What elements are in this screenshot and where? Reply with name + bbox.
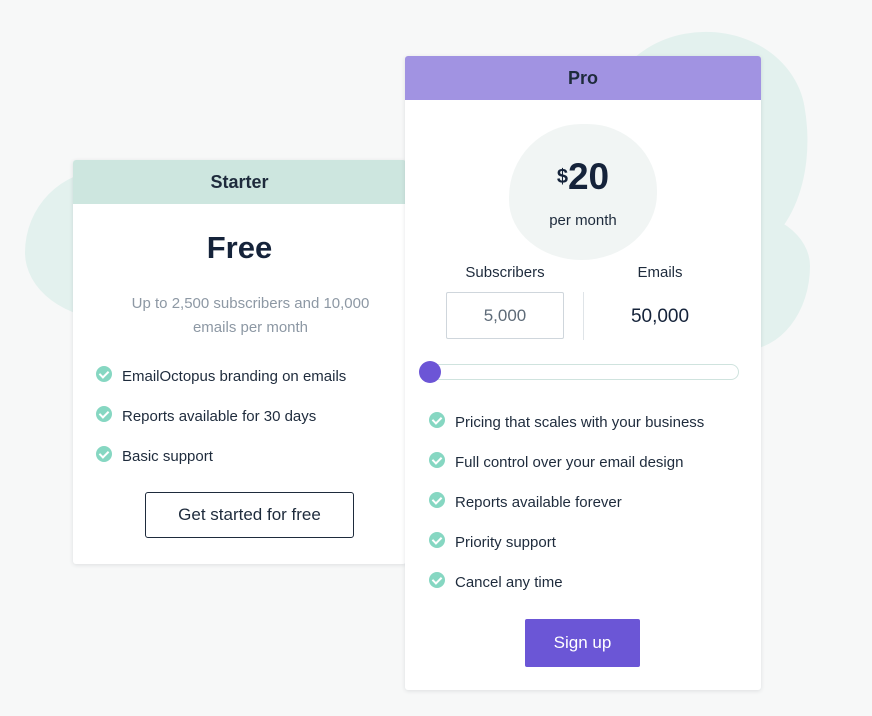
check-circle-icon [96, 366, 112, 382]
starter-price-title: Free [206, 230, 273, 265]
feature-item: Reports available forever [429, 482, 704, 522]
check-circle-icon [429, 412, 445, 428]
feature-item: Basic support [96, 436, 346, 476]
feature-label: Full control over your email design [455, 453, 684, 471]
feature-item: Pricing that scales with your business [429, 402, 704, 442]
check-circle-icon [429, 492, 445, 508]
pro-price: $20 [405, 156, 761, 198]
feature-item: Full control over your email design [429, 442, 704, 482]
get-started-free-button[interactable]: Get started for free [145, 492, 354, 538]
feature-label: Basic support [122, 447, 213, 465]
emails-label: Emails [637, 264, 683, 281]
pro-feature-list: Pricing that scales with your business F… [429, 402, 704, 602]
pro-plan-header: Pro [405, 56, 761, 100]
feature-item: Priority support [429, 522, 704, 562]
check-circle-icon [429, 572, 445, 588]
price-currency: $ [556, 166, 568, 188]
starter-feature-list: EmailOctopus branding on emails Reports … [96, 356, 346, 476]
sign-up-button[interactable]: Sign up [525, 619, 640, 667]
price-amount: 20 [567, 156, 610, 197]
check-circle-icon [429, 532, 445, 548]
price-period: per month [549, 212, 617, 229]
starter-plan-header: Starter [73, 160, 406, 204]
feature-label: Reports available forever [455, 493, 622, 511]
feature-item: Cancel any time [429, 562, 704, 602]
pro-plan-card: Pro $20 per month Subscribers Emails 50,… [405, 56, 761, 690]
feature-label: Reports available for 30 days [122, 407, 317, 425]
subscribers-label: Subscribers [465, 264, 545, 281]
check-circle-icon [96, 406, 112, 422]
feature-item: EmailOctopus branding on emails [96, 356, 346, 396]
column-divider [583, 292, 584, 340]
subscribers-input[interactable] [446, 292, 564, 339]
feature-label: EmailOctopus branding on emails [122, 367, 347, 385]
emails-value: 50,000 [630, 306, 690, 327]
feature-label: Priority support [455, 533, 556, 551]
subscribers-slider-thumb[interactable] [419, 361, 441, 383]
check-circle-icon [429, 452, 445, 468]
subscribers-slider-track[interactable] [421, 364, 739, 380]
starter-plan-card: Starter Free Up to 2,500 subscribers and… [73, 160, 406, 564]
feature-label: Cancel any time [455, 573, 563, 591]
starter-plan-description: Up to 2,500 subscribers and 10,000 email… [131, 295, 370, 336]
check-circle-icon [96, 446, 112, 462]
feature-item: Reports available for 30 days [96, 396, 346, 436]
feature-label: Pricing that scales with your business [455, 413, 705, 431]
